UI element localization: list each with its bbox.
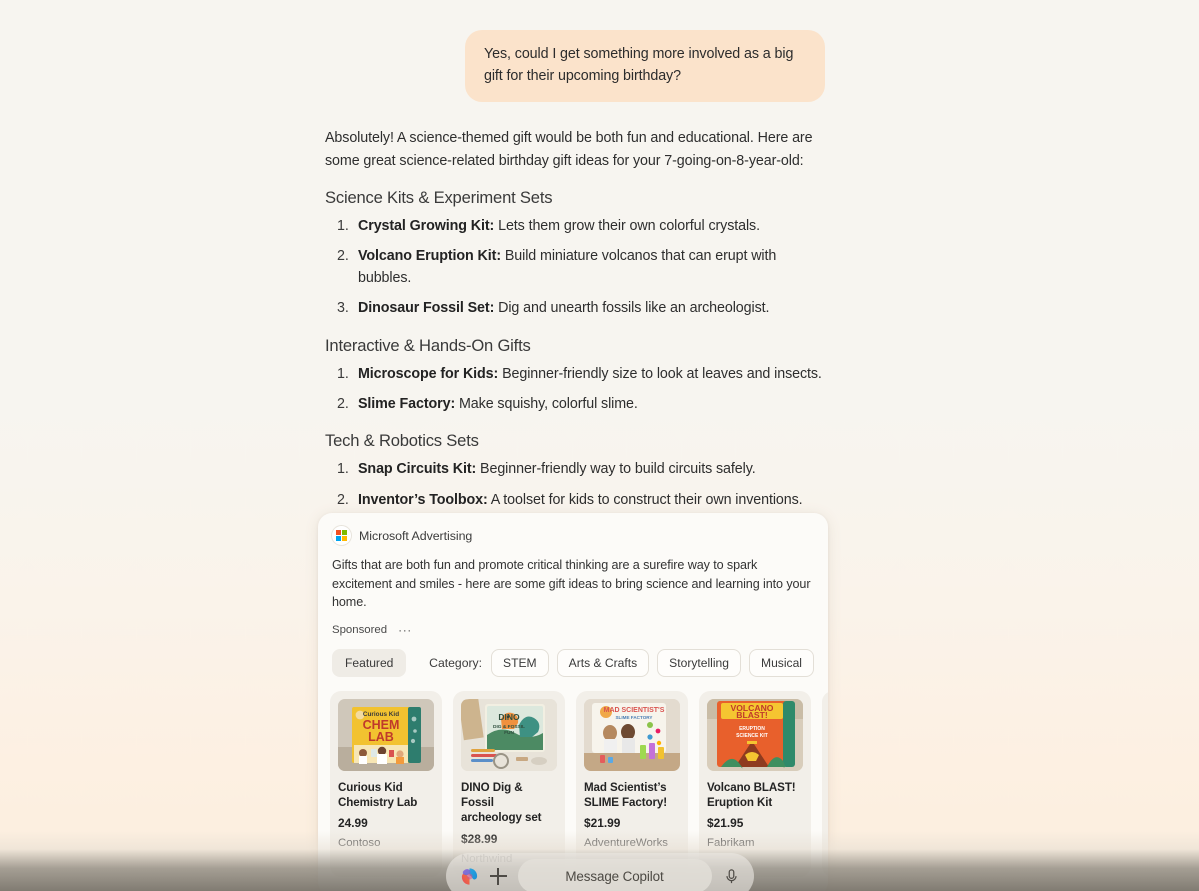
product-title: Curious Kid Chemistry Lab (338, 780, 418, 809)
microsoft-advertising-card: Microsoft Advertising Gifts that are bot… (318, 513, 828, 891)
list-item: 2. Slime Factory: Make squishy, colorful … (325, 394, 825, 415)
list-item-term: Inventor’s Toolbox: (358, 491, 488, 508)
assistant-message: Absolutely! A science-themed gift would … (325, 102, 825, 574)
user-message-row: Yes, could I get something more involved… (325, 0, 825, 103)
list-item: 2. Inventor’s Toolbox: A toolset for kids… (325, 490, 825, 511)
list-item: 2. Volcano Eruption Kit: Build miniature … (325, 246, 825, 289)
svg-text:LAB: LAB (368, 730, 394, 744)
category-pill-storytelling[interactable]: Storytelling (657, 648, 741, 677)
list-item-desc: Dig and unearth fossils like an archeolo… (494, 300, 770, 317)
ad-more-options-button[interactable]: ··· (396, 624, 414, 636)
section-heading-science-kits: Science Kits & Experiment Sets (325, 187, 553, 207)
list-number: 2. (337, 395, 349, 412)
svg-text:DINO: DINO (498, 712, 520, 722)
assistant-intro-paragraph: Absolutely! A science-themed gift would … (325, 130, 813, 169)
section-heading-interactive-gifts: Interactive & Hands-On Gifts (325, 335, 531, 355)
category-filter-group: Category: STEM Arts & Crafts Storytellin… (429, 648, 814, 677)
list-tech-robotics: 1. Snap Circuits Kit: Beginner-friendly w… (325, 459, 825, 511)
list-science-kits: 1. Crystal Growing Kit: Lets them grow th… (325, 216, 825, 320)
list-item-desc: Make squishy, colorful slime. (455, 395, 638, 412)
user-message-bubble: Yes, could I get something more involved… (465, 30, 825, 103)
list-number: 1. (337, 217, 349, 234)
ad-sponsored-row: Sponsored ··· (318, 624, 828, 636)
list-item: 1. Snap Circuits Kit: Beginner-friendly w… (325, 459, 825, 480)
list-item-term: Crystal Growing Kit: (358, 217, 495, 234)
product-card[interactable]: VOLCANO BLAST! ERUPTION SCIENCE KIT Volc… (699, 690, 811, 877)
ad-brand-label: Microsoft Advertising (359, 528, 473, 543)
svg-text:BLAST!: BLAST! (736, 710, 768, 720)
list-number: 2. (337, 248, 349, 265)
product-brand: Contoso (338, 837, 381, 850)
category-label: Category: (429, 655, 483, 670)
svg-text:DIG & FOSSIL: DIG & FOSSIL (493, 724, 525, 730)
add-attachment-icon[interactable] (489, 867, 507, 885)
product-image-chem-lab: Curious Kid CHEM LAB (338, 698, 434, 771)
copilot-logo-icon (460, 867, 479, 886)
filter-chip-featured[interactable]: Featured (332, 648, 407, 677)
svg-text:SLIME FACTORY: SLIME FACTORY (615, 715, 652, 720)
svg-text:MAD SCIENTIST'S: MAD SCIENTIST'S (604, 707, 665, 714)
microphone-icon[interactable] (723, 868, 740, 885)
category-pill-musical[interactable]: Musical (749, 648, 814, 677)
list-item-term: Snap Circuits Kit: (358, 461, 477, 478)
list-item: 1. Microscope for Kids: Beginner-friendly… (325, 364, 825, 385)
category-pill-arts-crafts[interactable]: Arts & Crafts (556, 648, 650, 677)
product-title: Volcano BLAST! Eruption Kit (707, 780, 796, 809)
list-item-term: Volcano Eruption Kit: (358, 248, 501, 265)
list-item: 1. Crystal Growing Kit: Lets them grow th… (325, 216, 825, 237)
list-number: 2. (337, 491, 349, 508)
product-price: 24.99 (338, 816, 368, 831)
ad-filter-row: Featured Category: STEM Arts & Crafts St… (318, 648, 828, 677)
list-item-term: Slime Factory: (358, 395, 456, 412)
svg-text:ERUPTION: ERUPTION (739, 726, 765, 732)
svg-text:SCIENCE KIT: SCIENCE KIT (736, 733, 768, 739)
list-number: 1. (337, 461, 349, 478)
product-carousel[interactable]: Curious Kid CHEM LAB Curious Kid Chemist… (318, 690, 828, 877)
list-number: 3. (337, 300, 349, 317)
product-image-volcano-blast: VOLCANO BLAST! ERUPTION SCIENCE KIT (707, 698, 803, 771)
product-card[interactable]: MAD SCIENTIST'S SLIME FACTORY Mad Scient… (576, 690, 688, 877)
microsoft-logo-icon (332, 526, 351, 545)
product-title: Mad Scientist’s SLIME Factory! (584, 780, 667, 809)
list-item-term: Microscope for Kids: (358, 365, 499, 382)
product-price: $21.99 (584, 816, 621, 831)
list-interactive-gifts: 1. Microscope for Kids: Beginner-friendly… (325, 364, 825, 416)
category-pill-stem[interactable]: STEM (491, 648, 549, 677)
product-image-dino-dig: DINO DIG & FOSSIL FUN (461, 698, 557, 771)
list-item-desc: Lets them grow their own colorful crysta… (494, 217, 760, 234)
product-brand: Fabrikam (707, 837, 755, 850)
product-title: DINO Dig & Fossil archeology set (461, 780, 542, 825)
product-card[interactable]: BUG SA MINI BIOLOGIST Bug Catcher · Obse… (822, 690, 828, 877)
product-brand: AdventureWorks (584, 837, 668, 850)
list-number: 1. (337, 365, 349, 382)
product-card[interactable]: DINO DIG & FOSSIL FUN DINO Dig & Fossil … (453, 690, 565, 877)
list-item-desc: Beginner-friendly size to look at leaves… (498, 365, 822, 382)
svg-text:FUN: FUN (504, 730, 514, 736)
message-column: Yes, could I get something more involved… (325, 0, 825, 575)
sponsored-label: Sponsored (332, 623, 388, 636)
list-item: 3. Dinosaur Fossil Set: Dig and unearth f… (325, 298, 825, 319)
list-item-term: Dinosaur Fossil Set: (358, 300, 495, 317)
product-card[interactable]: Curious Kid CHEM LAB Curious Kid Chemist… (330, 690, 442, 877)
ad-description: Gifts that are both fun and promote crit… (332, 558, 811, 609)
section-heading-tech-robotics: Tech & Robotics Sets (325, 431, 479, 451)
list-item-desc: Beginner-friendly way to build circuits … (476, 461, 756, 478)
product-price: $21.95 (707, 816, 744, 831)
svg-text:Curious Kid: Curious Kid (363, 711, 399, 718)
message-composer-bar: Message Copilot (445, 853, 754, 891)
product-image-slime-factory: MAD SCIENTIST'S SLIME FACTORY (584, 698, 680, 771)
message-input[interactable]: Message Copilot (517, 859, 712, 891)
list-item-desc: A toolset for kids to construct their ow… (487, 491, 803, 508)
ad-brand-row: Microsoft Advertising (318, 526, 828, 545)
product-price: $28.99 (461, 831, 498, 846)
